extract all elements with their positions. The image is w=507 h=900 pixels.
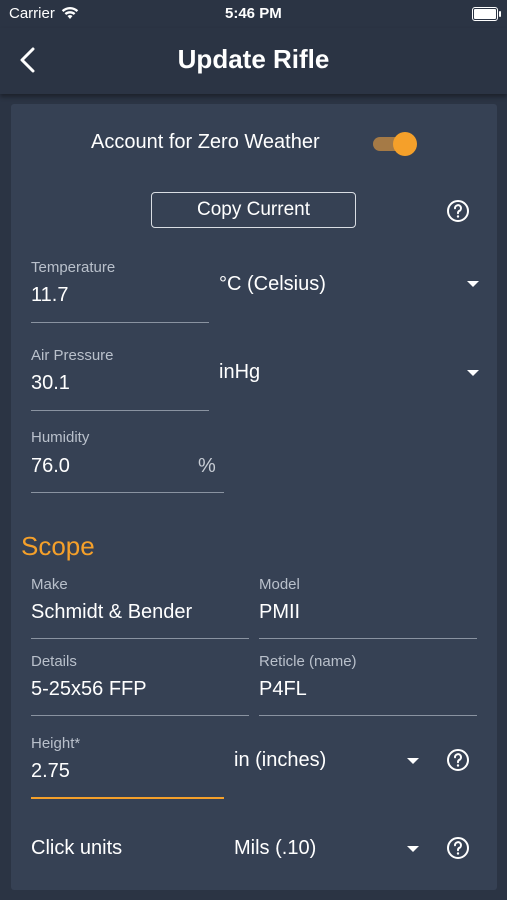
humidity-label: Humidity <box>31 429 90 446</box>
scope-height-input[interactable]: 2.75 <box>31 760 70 783</box>
help-icon[interactable] <box>446 748 470 772</box>
temperature-label: Temperature <box>31 259 116 276</box>
scope-reticle-label: Reticle (name) <box>259 653 357 670</box>
scope-details-input[interactable]: 5-25x56 FFP <box>31 678 147 701</box>
wifi-icon <box>61 7 79 19</box>
scope-height-underline <box>31 797 224 799</box>
air-pressure-dropdown-caret-icon[interactable] <box>467 370 479 376</box>
click-units-select[interactable]: Mils (.10) <box>234 837 316 860</box>
scope-model-input[interactable]: PMII <box>259 601 300 624</box>
scope-make-label: Make <box>31 576 68 593</box>
click-units-dropdown-caret-icon[interactable] <box>407 846 419 852</box>
scope-reticle-input[interactable]: P4FL <box>259 678 307 701</box>
scope-height-dropdown-caret-icon[interactable] <box>407 758 419 764</box>
help-icon[interactable] <box>446 836 470 860</box>
temperature-unit-select[interactable]: °C (Celsius) <box>219 273 326 296</box>
scope-make-underline <box>31 638 249 639</box>
zero-weather-label: Account for Zero Weather <box>91 131 320 153</box>
temperature-dropdown-caret-icon[interactable] <box>467 281 479 287</box>
scope-model-underline <box>259 638 477 639</box>
scope-height-label: Height* <box>31 735 81 752</box>
zero-weather-toggle[interactable] <box>373 132 417 156</box>
copy-current-button[interactable]: Copy Current <box>151 192 356 228</box>
click-units-label: Click units <box>31 837 123 859</box>
help-icon[interactable] <box>446 199 470 223</box>
scope-height-unit-select[interactable]: in (inches) <box>234 749 326 772</box>
air-pressure-underline <box>31 410 209 411</box>
page-title: Update Rifle <box>177 44 330 74</box>
scope-details-label: Details <box>31 653 77 670</box>
battery-icon <box>472 7 501 21</box>
humidity-underline <box>31 492 224 493</box>
humidity-input[interactable]: 76.0 <box>31 455 70 478</box>
air-pressure-label: Air Pressure <box>31 347 114 364</box>
humidity-suffix: % <box>198 455 216 477</box>
status-bar: Carrier 5:46 PM <box>0 0 507 28</box>
temperature-underline <box>31 322 209 323</box>
carrier-label: Carrier <box>9 5 55 22</box>
scope-reticle-underline <box>259 715 477 716</box>
scope-model-label: Model <box>259 576 300 593</box>
temperature-input[interactable]: 11.7 <box>31 284 68 307</box>
air-pressure-input[interactable]: 30.1 <box>31 372 70 395</box>
status-time: 5:46 PM <box>225 5 282 22</box>
scope-section-heading: Scope <box>21 531 95 561</box>
scope-make-input[interactable]: Schmidt & Bender <box>31 601 192 624</box>
navigation-bar: Update Rifle <box>0 28 507 94</box>
scope-details-underline <box>31 715 249 716</box>
air-pressure-unit-select[interactable]: inHg <box>219 361 260 384</box>
rifle-form-card: Account for Zero Weather Copy Current Te… <box>11 104 497 890</box>
